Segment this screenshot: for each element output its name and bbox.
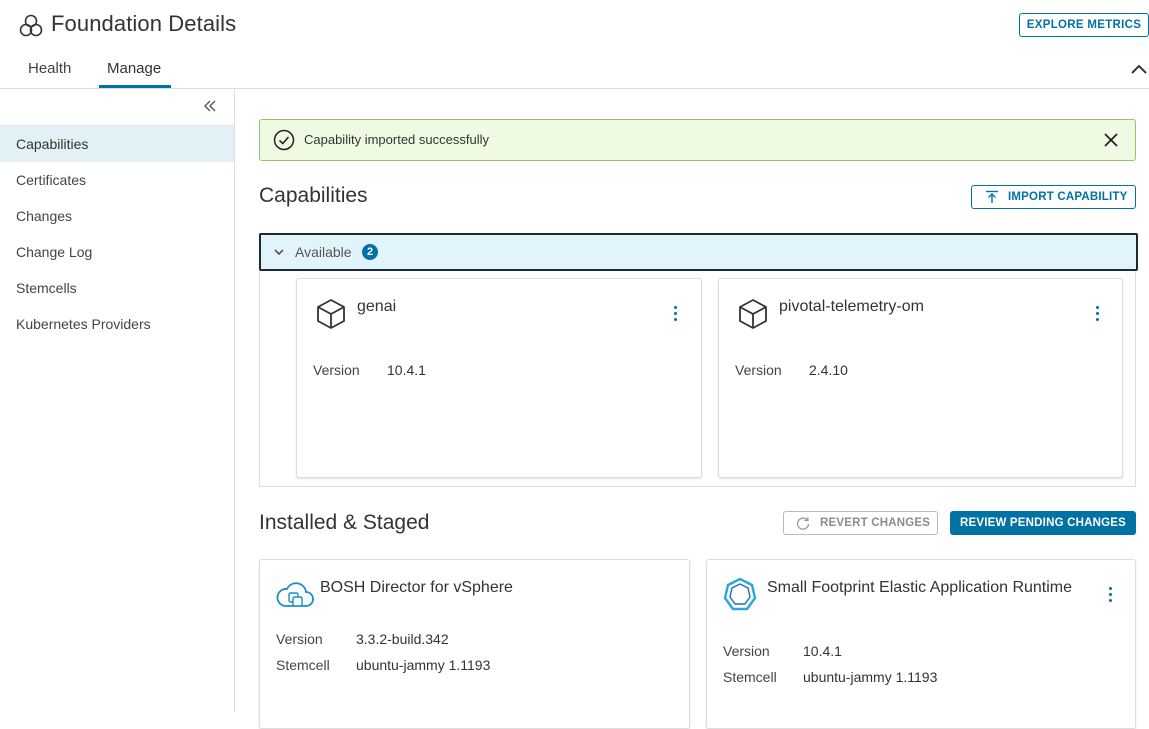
bosh-director-icon [276, 582, 314, 607]
tab-manage[interactable]: Manage [107, 60, 161, 77]
installed-card-bosh-director[interactable]: BOSH Director for vSphere Version 3.3.2-… [259, 559, 690, 729]
version-value: 3.3.2-build.342 [356, 631, 449, 647]
import-capability-label: IMPORT CAPABILITY [1008, 191, 1128, 203]
more-options-icon[interactable] [1096, 306, 1100, 322]
sidebar-item-kubernetes-providers[interactable]: Kubernetes Providers [0, 306, 234, 342]
revert-icon [796, 517, 810, 530]
sidebar-item-change-log[interactable]: Change Log [0, 234, 234, 270]
more-options-icon[interactable] [674, 306, 678, 322]
sidebar: Capabilities Certificates Changes Change… [0, 89, 235, 712]
stemcell-label: Stemcell [723, 669, 777, 685]
page-title: Foundation Details [51, 11, 237, 36]
available-group-header[interactable]: Available 2 [259, 233, 1138, 271]
success-check-icon [273, 129, 295, 151]
review-pending-changes-button[interactable]: REVIEW PENDING CHANGES [950, 511, 1136, 535]
capability-card-genai[interactable]: genai Version 10.4.1 [296, 278, 702, 478]
sidebar-item-capabilities[interactable]: Capabilities [0, 126, 234, 162]
card-title: BOSH Director for vSphere [320, 579, 513, 596]
card-title: genai [357, 298, 397, 315]
tab-health[interactable]: Health [28, 60, 71, 77]
version-label: Version [735, 362, 782, 378]
alert-message: Capability imported successfully [304, 132, 489, 147]
stemcell-value: ubuntu-jammy 1.1193 [803, 669, 938, 685]
sidebar-item-stemcells[interactable]: Stemcells [0, 270, 234, 306]
double-chevron-left-icon[interactable] [202, 99, 218, 113]
stemcell-value: ubuntu-jammy 1.1193 [356, 657, 491, 673]
package-icon [317, 299, 345, 329]
capabilities-heading: Capabilities [259, 184, 368, 207]
explore-metrics-button[interactable]: EXPLORE METRICS [1019, 13, 1149, 37]
chevron-up-icon[interactable] [1130, 62, 1148, 76]
count-badge: 2 [362, 244, 378, 260]
more-options-icon[interactable] [1109, 587, 1113, 603]
stemcell-label: Stemcell [276, 657, 330, 673]
runtime-icon [723, 577, 757, 611]
active-tab-indicator [99, 85, 171, 88]
package-icon [739, 299, 767, 329]
close-icon[interactable] [1103, 132, 1119, 148]
revert-changes-button[interactable]: REVERT CHANGES [783, 511, 938, 535]
card-title: pivotal-telemetry-om [779, 298, 924, 315]
chevron-down-icon [274, 249, 284, 256]
capability-card-pivotal-telemetry-om[interactable]: pivotal-telemetry-om Version 2.4.10 [718, 278, 1123, 478]
version-value: 10.4.1 [803, 643, 842, 659]
version-label: Version [723, 643, 770, 659]
installed-staged-heading: Installed & Staged [259, 511, 430, 534]
sidebar-item-certificates[interactable]: Certificates [0, 162, 234, 198]
revert-changes-label: REVERT CHANGES [820, 517, 931, 529]
foundation-icon [19, 14, 43, 37]
card-title: Small Footprint Elastic Application Runt… [767, 579, 1073, 596]
version-label: Version [276, 631, 323, 647]
version-value: 2.4.10 [809, 362, 848, 378]
sidebar-item-changes[interactable]: Changes [0, 198, 234, 234]
version-value: 10.4.1 [387, 362, 426, 378]
installed-card-small-footprint-ert[interactable]: Small Footprint Elastic Application Runt… [706, 559, 1136, 729]
upload-icon [986, 190, 998, 203]
success-alert: Capability imported successfully [259, 119, 1136, 161]
page-header: Foundation Details EXPLORE METRICS Healt… [0, 0, 1149, 89]
import-capability-button[interactable]: IMPORT CAPABILITY [971, 185, 1136, 209]
version-label: Version [313, 362, 360, 378]
available-group-label: Available [295, 244, 352, 260]
